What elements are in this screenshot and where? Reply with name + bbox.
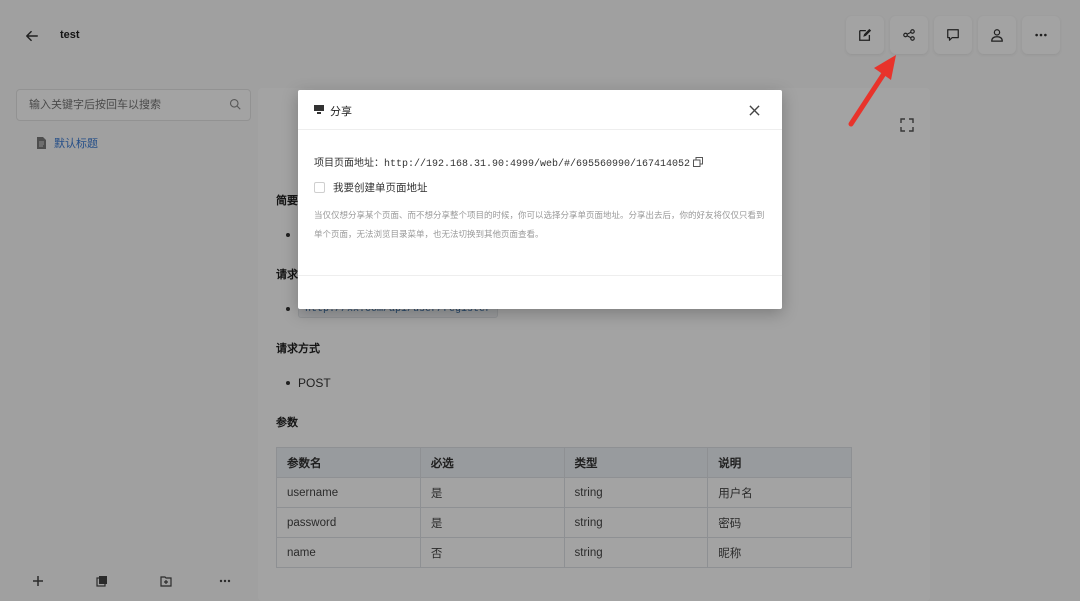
close-icon[interactable]: [744, 100, 764, 120]
project-address-row: 项目页面地址：http://192.168.31.90:4999/web/#/6…: [314, 154, 704, 170]
copy-icon[interactable]: [693, 157, 704, 167]
dialog-title: 分享: [330, 106, 352, 118]
dialog-footer-divider: [298, 275, 782, 276]
share-dialog: 分享 项目页面地址：http://192.168.31.90:4999/web/…: [298, 90, 782, 309]
address-label: 项目页面地址：: [314, 158, 384, 169]
address-url[interactable]: http://192.168.31.90:4999/web/#/69556099…: [384, 159, 690, 170]
monitor-icon: [314, 105, 324, 114]
single-page-option[interactable]: 我要创建单页面地址: [314, 180, 428, 195]
share-hint-text: 当仅仅想分享某个页面、而不想分享整个项目的时候，你可以选择分享单页面地址。分享出…: [314, 210, 765, 239]
single-page-checkbox[interactable]: [314, 182, 325, 193]
dialog-header: 分享: [298, 90, 782, 130]
checkbox-label: 我要创建单页面地址: [333, 182, 428, 194]
